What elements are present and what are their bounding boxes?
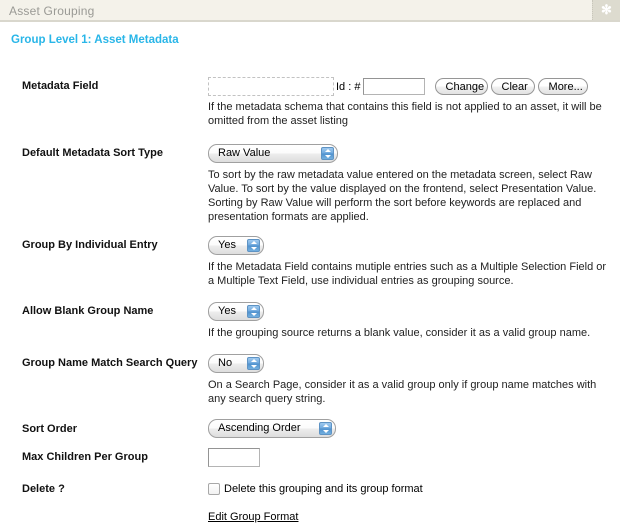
label-default-sort-type: Default Metadata Sort Type: [22, 147, 163, 159]
label-group-by-individual-entry: Group By Individual Entry: [22, 239, 158, 251]
chevron-updown-icon: [247, 357, 260, 370]
max-children-per-group-input[interactable]: [208, 448, 260, 467]
help-group-name-match-search-query: On a Search Page, consider it as a valid…: [208, 379, 597, 405]
label-sort-order: Sort Order: [22, 423, 78, 435]
section-heading-group-level-1: Group Level 1: Asset Metadata: [11, 34, 179, 46]
star-icon[interactable]: ✻: [592, 0, 620, 20]
default-sort-type-value: Raw Value: [218, 147, 271, 159]
more-button[interactable]: More...: [537, 78, 588, 95]
label-group-name-match-search-query: Group Name Match Search Query: [22, 357, 198, 369]
chevron-updown-icon: [321, 147, 334, 160]
field-default-sort-type: Raw Value: [208, 144, 338, 163]
field-allow-blank-group-name: Yes: [208, 302, 264, 321]
group-by-individual-entry-select[interactable]: Yes: [208, 236, 264, 255]
delete-grouping-checkbox-label: Delete this grouping and its group forma…: [224, 483, 423, 496]
default-sort-type-select[interactable]: Raw Value: [208, 144, 338, 163]
allow-blank-group-name-value: Yes: [218, 305, 236, 317]
chevron-updown-icon: [247, 305, 260, 318]
field-max-children-per-group: [208, 448, 260, 467]
sort-order-select[interactable]: Ascending Order: [208, 419, 336, 438]
page-title: Asset Grouping: [9, 4, 95, 18]
help-metadata-field: If the metadata schema that contains thi…: [208, 101, 602, 127]
help-allow-blank-group-name: If the grouping source returns a blank v…: [208, 327, 591, 339]
clear-button[interactable]: Clear: [490, 78, 535, 95]
sort-order-value: Ascending Order: [218, 422, 301, 434]
label-delete: Delete ?: [22, 483, 65, 495]
group-by-individual-entry-value: Yes: [218, 239, 236, 251]
change-button[interactable]: Change: [434, 78, 488, 95]
metadata-field-id-label: Id : #: [336, 80, 361, 93]
chevron-updown-icon: [247, 239, 260, 252]
field-group-name-match-search-query: No: [208, 354, 264, 373]
label-allow-blank-group-name: Allow Blank Group Name: [22, 305, 154, 317]
metadata-field-dropzone[interactable]: [208, 77, 334, 96]
field-sort-order: Ascending Order: [208, 419, 336, 438]
field-edit-group-format: Edit Group Format: [208, 511, 298, 523]
edit-group-format-link[interactable]: Edit Group Format: [208, 511, 298, 523]
help-default-sort-type: To sort by the raw metadata value entere…: [208, 169, 597, 223]
label-metadata-field: Metadata Field: [22, 80, 99, 92]
group-name-match-search-query-select[interactable]: No: [208, 354, 264, 373]
field-delete: Delete this grouping and its group forma…: [208, 483, 423, 496]
delete-grouping-checkbox[interactable]: [208, 483, 220, 496]
allow-blank-group-name-select[interactable]: Yes: [208, 302, 264, 321]
group-name-match-search-query-value: No: [218, 357, 233, 369]
help-group-by-individual-entry: If the Metadata Field contains mutiple e…: [208, 261, 607, 287]
metadata-field-id-input[interactable]: [363, 78, 426, 95]
chevron-updown-icon: [319, 422, 332, 435]
field-group-by-individual-entry: Yes: [208, 236, 264, 255]
label-max-children-per-group: Max Children Per Group: [22, 451, 148, 463]
field-metadata-field: Id : # Change Clear More...: [208, 77, 588, 96]
window-titlebar: Asset Grouping ✻: [0, 0, 620, 22]
